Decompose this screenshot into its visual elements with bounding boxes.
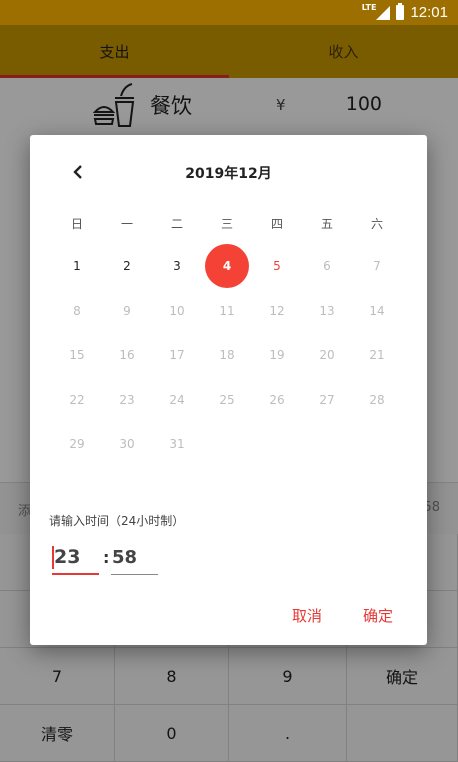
day-number: 23 [119, 392, 135, 407]
day-number: 30 [119, 437, 135, 452]
clock: 12:01 [410, 4, 448, 21]
day-cell: 22 [52, 378, 102, 423]
day-cell[interactable]: 1 [52, 244, 102, 289]
day-cell[interactable]: 2 [102, 244, 152, 289]
day-number: 1 [73, 259, 81, 274]
month-title: 2019年12月 [185, 166, 272, 182]
day-cell: 12 [252, 289, 302, 334]
day-cell: 9 [102, 289, 152, 334]
day-number: 5 [273, 259, 281, 274]
day-number: 9 [123, 303, 131, 318]
calendar-grid: 1 2 3 4 5 6 7 8 9 10 11 12 13 14 15 16 17 18 19 20 21 22 23 24 2… [52, 244, 403, 467]
cancel-button[interactable]: 取消 [286, 601, 328, 630]
weekday: 二 [170, 217, 183, 231]
day-cell: 25 [202, 378, 252, 423]
status-icons: LTE 12:01 [362, 2, 448, 23]
day-cell: 17 [152, 333, 202, 378]
day-cell: 20 [302, 333, 352, 378]
minute-value: 58 [112, 547, 138, 568]
day-number: 27 [319, 392, 335, 407]
day-number: 13 [319, 303, 335, 318]
day-selected[interactable]: 4 [202, 244, 252, 289]
day-number: 28 [369, 392, 385, 407]
day-number: 14 [369, 303, 385, 318]
day-number: 18 [219, 348, 235, 363]
day-today[interactable]: 5 [252, 244, 302, 289]
day-number: 29 [69, 437, 85, 452]
day-number: 10 [169, 303, 185, 318]
battery-icon [396, 3, 405, 20]
weekday: 日 [70, 217, 83, 231]
day-cell: 18 [202, 333, 252, 378]
day-cell: 13 [302, 289, 352, 334]
hour-value: 23 [54, 546, 81, 568]
time-separator: : [103, 548, 110, 567]
weekday: 五 [320, 217, 333, 231]
day-number: 2 [123, 259, 131, 274]
weekday: 四 [270, 217, 283, 231]
day-cell: 31 [152, 422, 202, 467]
day-cell: 19 [252, 333, 302, 378]
day-cell: 11 [202, 289, 252, 334]
network-type: LTE [361, 3, 377, 12]
day-number: 8 [73, 303, 81, 318]
day-cell: 28 [352, 378, 402, 423]
day-number: 19 [269, 348, 285, 363]
day-number: 20 [319, 348, 335, 363]
day-cell[interactable]: 3 [152, 244, 202, 289]
weekday: 三 [220, 217, 233, 231]
day-cell: 21 [352, 333, 402, 378]
ok-button[interactable]: 确定 [357, 601, 399, 630]
hour-input[interactable]: 23 [52, 540, 99, 575]
day-cell: 10 [152, 289, 202, 334]
day-number: 17 [169, 348, 185, 363]
day-number: 7 [373, 259, 381, 274]
day-cell: 30 [102, 422, 152, 467]
day-cell: 26 [252, 378, 302, 423]
day-cell: 23 [102, 378, 152, 423]
day-number: 15 [69, 348, 85, 363]
day-cell: 29 [52, 422, 102, 467]
day-cell: 6 [302, 244, 352, 289]
signal-icon [376, 5, 391, 20]
day-cell: 15 [52, 333, 102, 378]
day-cell: 27 [302, 378, 352, 423]
weekday: 六 [370, 217, 383, 231]
minute-input[interactable]: 58 [111, 540, 158, 575]
day-number: 21 [369, 348, 385, 363]
day-number: 31 [169, 437, 185, 452]
day-number: 22 [69, 392, 85, 407]
day-cell: 24 [152, 378, 202, 423]
day-number: 25 [219, 392, 235, 407]
day-number: 4 [205, 244, 249, 289]
day-number: 11 [219, 303, 235, 318]
day-cell: 8 [52, 289, 102, 334]
weekday: 一 [120, 217, 133, 231]
day-cell: 7 [352, 244, 402, 289]
day-number: 3 [173, 259, 181, 274]
time-label: 请输入时间（24小时制） [49, 514, 185, 528]
day-number: 26 [269, 392, 285, 407]
day-number: 12 [269, 303, 285, 318]
day-number: 24 [169, 392, 185, 407]
date-time-dialog: 2019年12月 日 一 二 三 四 五 六 1 2 3 4 5 6 7 8 9 10 11 12 13… [30, 135, 427, 645]
weekday-header: 日 一 二 三 四 五 六 [52, 213, 403, 235]
day-cell: 16 [102, 333, 152, 378]
status-bar: LTE 12:01 [0, 0, 458, 25]
day-number: 6 [323, 259, 331, 274]
day-cell: 14 [352, 289, 402, 334]
day-number: 16 [119, 348, 135, 363]
